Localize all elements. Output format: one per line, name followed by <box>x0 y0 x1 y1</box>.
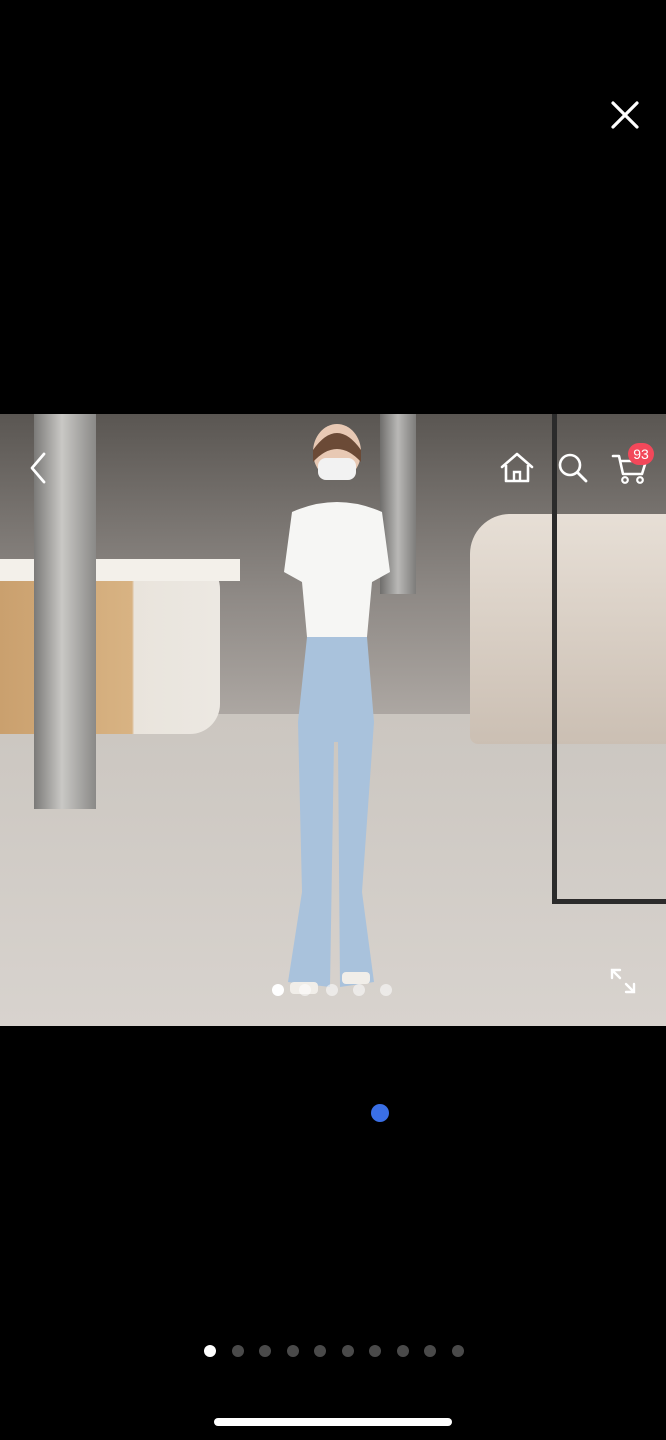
product-photo[interactable] <box>0 414 666 1026</box>
home-icon <box>500 452 534 483</box>
gallery-dot[interactable] <box>424 1345 436 1357</box>
gallery-dot[interactable] <box>286 1345 299 1357</box>
expand-icon <box>610 968 636 994</box>
gallery-dot[interactable] <box>369 1345 381 1357</box>
home-indicator-bar[interactable] <box>214 1418 452 1426</box>
gallery-dot[interactable] <box>341 1345 354 1357</box>
photo-stand <box>552 414 666 904</box>
close-button[interactable] <box>604 94 646 136</box>
gallery-dot[interactable] <box>451 1345 464 1357</box>
photo-carousel-dots <box>272 984 392 996</box>
search-icon <box>558 453 588 483</box>
photo-counter <box>0 559 220 734</box>
photo-dot[interactable] <box>272 984 284 996</box>
gallery-dot[interactable] <box>231 1345 244 1357</box>
gallery-dot[interactable] <box>396 1345 409 1357</box>
expand-button[interactable] <box>608 966 638 996</box>
close-icon <box>611 101 639 129</box>
home-button[interactable] <box>498 450 536 486</box>
photo-dot[interactable] <box>380 984 392 996</box>
gallery-dot[interactable] <box>204 1345 216 1357</box>
gallery-dot[interactable] <box>259 1345 271 1357</box>
photo-dot[interactable] <box>299 984 311 996</box>
gallery-page-dots <box>204 1345 464 1357</box>
loading-indicator-dot <box>371 1104 389 1122</box>
search-button[interactable] <box>556 450 590 486</box>
gallery-dot[interactable] <box>314 1345 326 1357</box>
photo-model <box>284 424 390 994</box>
photo-dot[interactable] <box>353 984 365 996</box>
cart-count-badge: 93 <box>628 443 654 465</box>
back-button[interactable] <box>24 450 54 486</box>
chevron-left-icon <box>30 452 46 484</box>
photo-dot[interactable] <box>326 984 338 996</box>
